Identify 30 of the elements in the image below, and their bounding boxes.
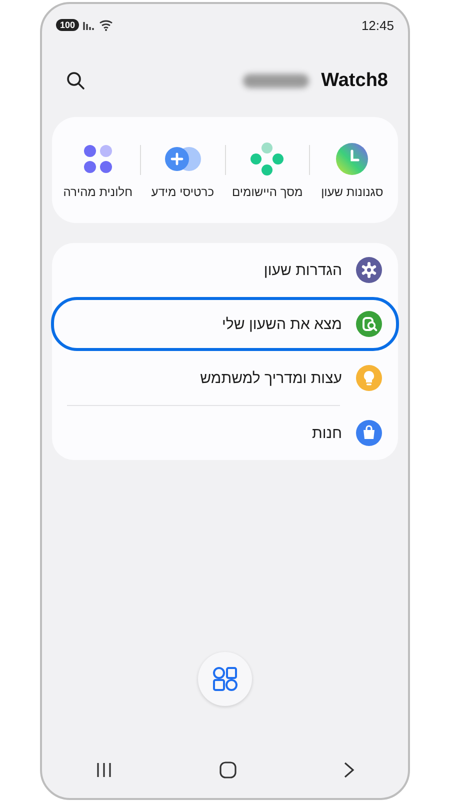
shortcut-label[interactable]: כרטיסי מידע <box>151 185 214 199</box>
dots-icon <box>250 142 284 176</box>
menu-item[interactable]: עצות ומדריך למשתמש <box>51 351 399 405</box>
settings-icon <box>356 257 382 283</box>
menu-item[interactable]: הגדרות שעון <box>51 243 399 297</box>
shortcut-label[interactable]: חלונית מהירה <box>63 185 132 199</box>
menu-label: חנות <box>312 424 342 442</box>
clock-face-icon <box>335 142 370 176</box>
search-icon[interactable] <box>66 71 86 91</box>
app-title: Watch8 <box>321 70 388 92</box>
recents-icon[interactable] <box>95 762 113 778</box>
dots-grid-icon <box>82 143 114 175</box>
menu-label: עצות ומדריך למשתמש <box>200 370 342 386</box>
shortcut-label[interactable]: סגנונות שעון <box>321 185 384 199</box>
menu-label: הגדרות שעון <box>264 262 342 278</box>
signal-icon <box>83 20 96 30</box>
battery-level: 100 <box>56 19 80 31</box>
shopping-bag-icon <box>356 420 382 446</box>
highlighted-menu-item[interactable]: מצא את השעון שלי <box>51 297 399 351</box>
apps-button[interactable] <box>198 652 252 706</box>
blurred-redaction <box>243 74 310 88</box>
menu-label: מצא את השעון שלי <box>222 316 342 332</box>
clock-time: 12:45 <box>361 18 394 32</box>
menu-item[interactable]: חנות <box>51 406 399 460</box>
lightbulb-icon <box>356 365 382 391</box>
shapes-icon <box>212 666 238 692</box>
watch-search-icon <box>356 311 382 337</box>
home-icon[interactable] <box>219 761 237 779</box>
back-icon[interactable] <box>343 761 355 779</box>
shortcut-label[interactable]: מסך היישומים <box>232 185 303 199</box>
